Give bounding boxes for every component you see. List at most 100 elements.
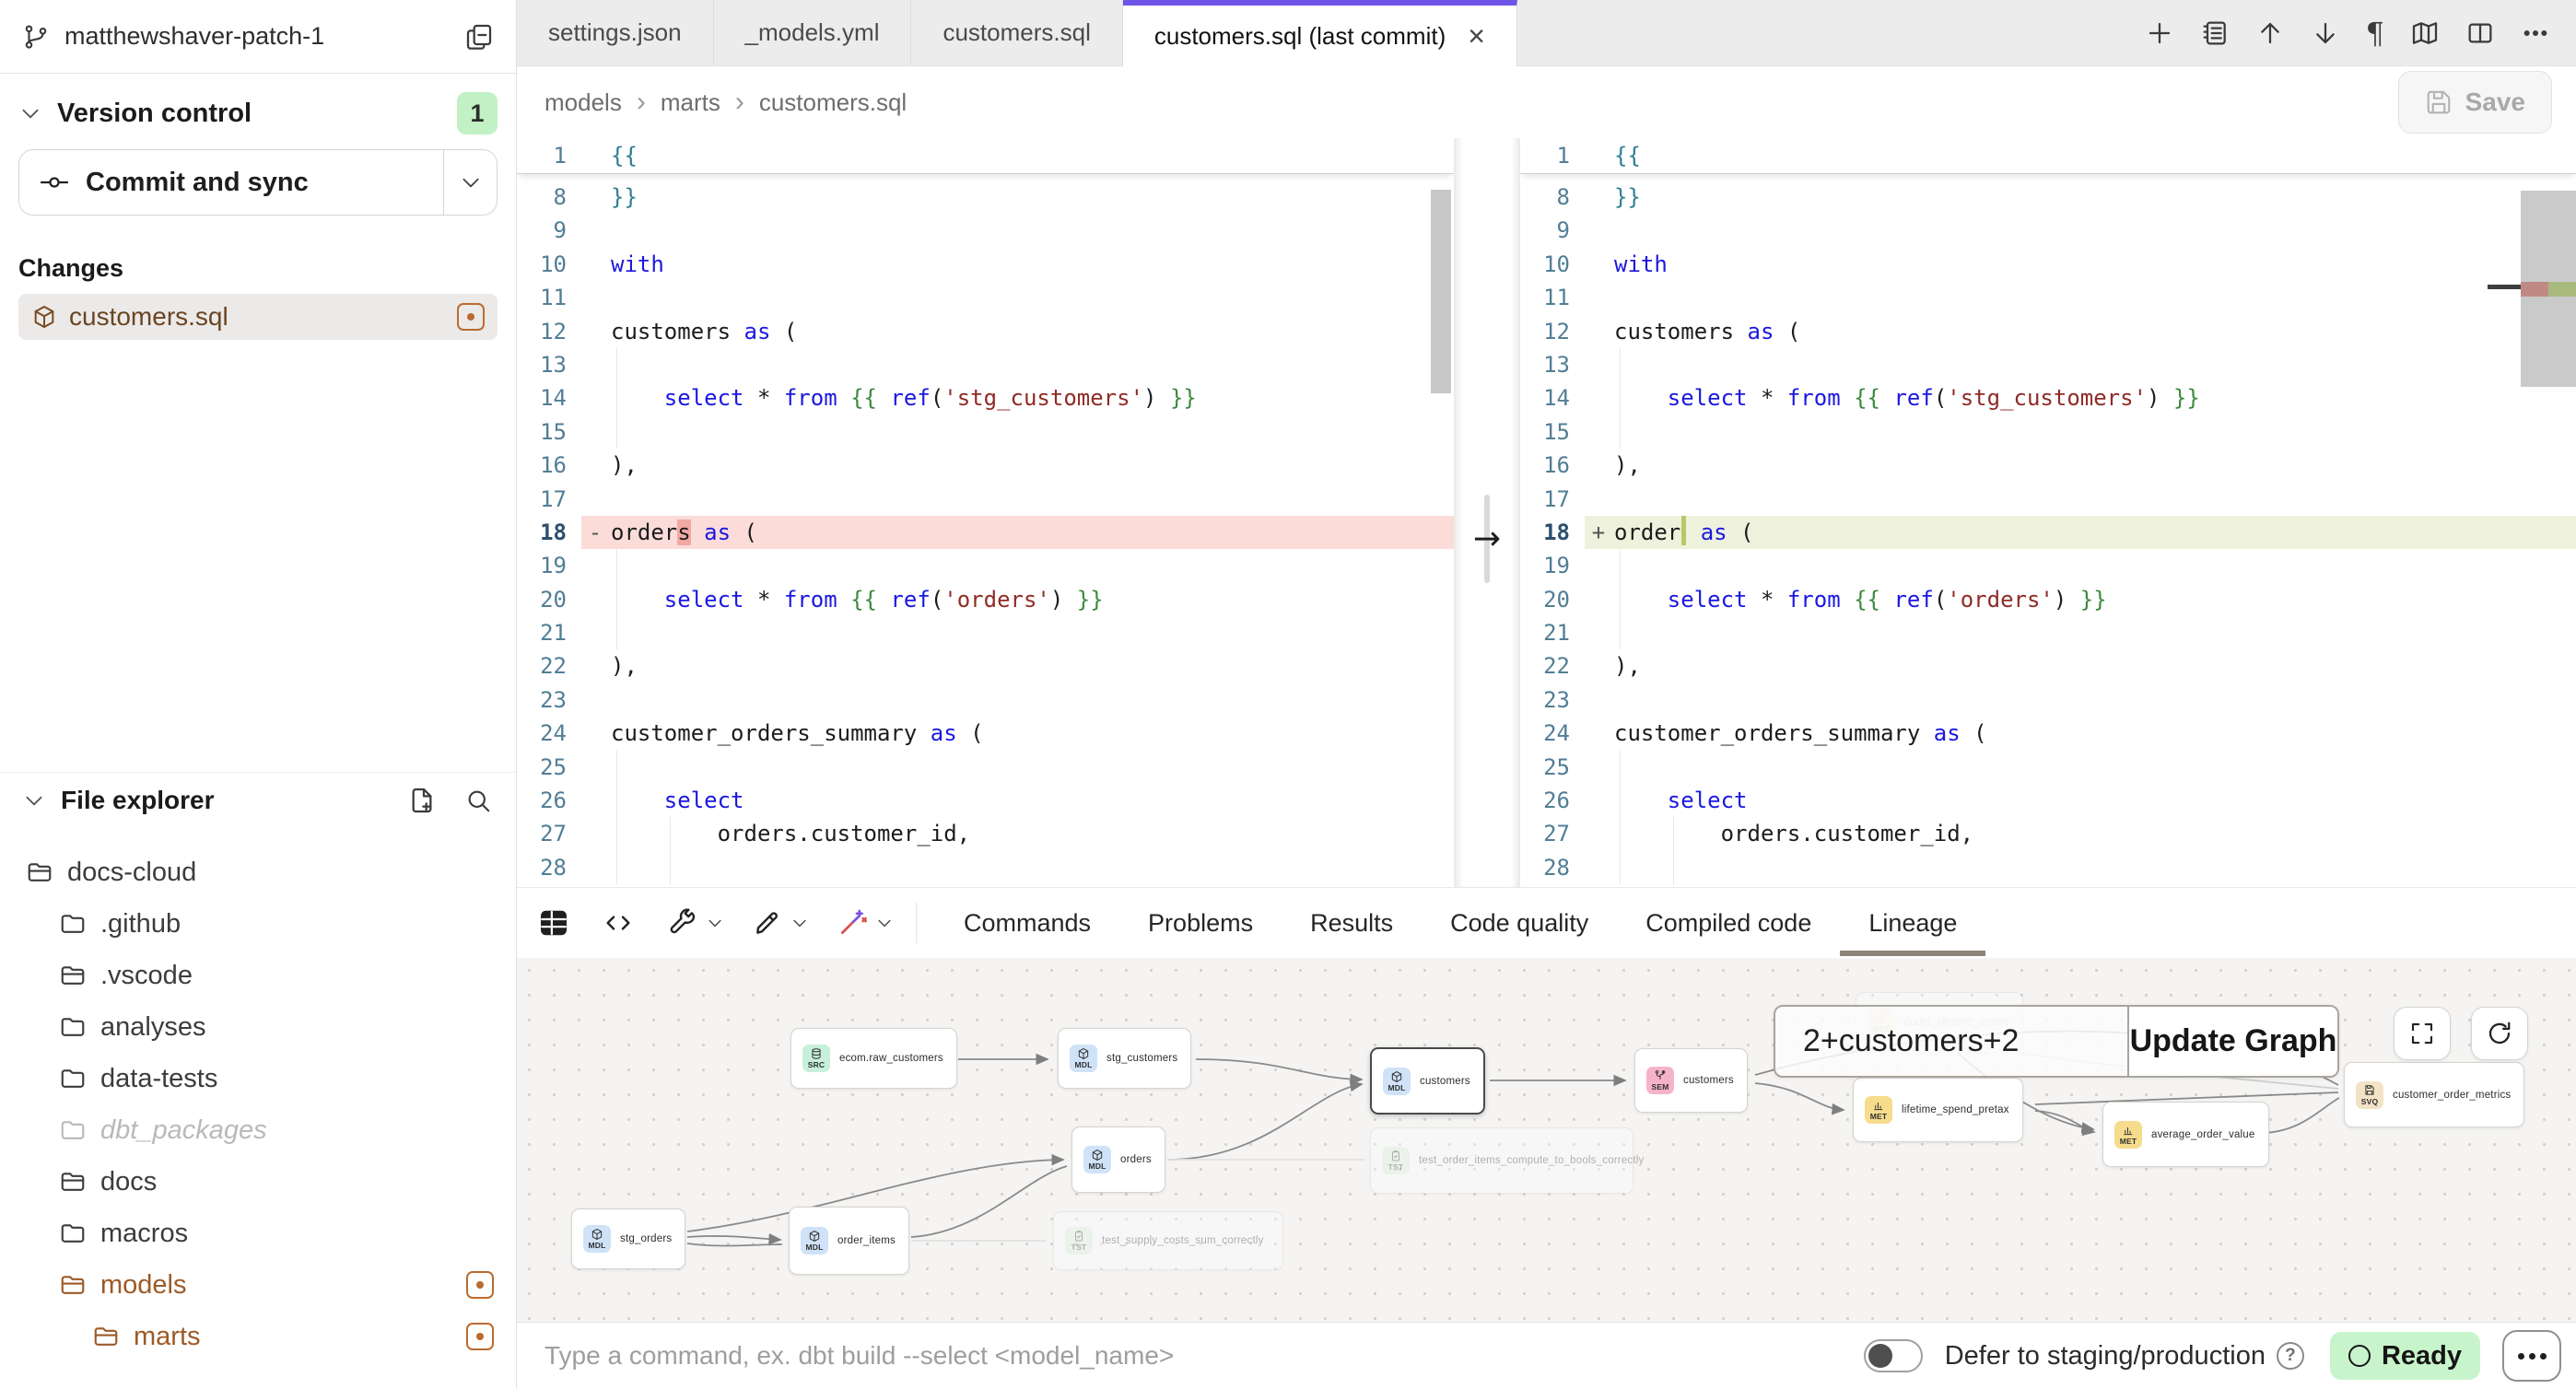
- panel-tab-results[interactable]: Results: [1282, 888, 1422, 958]
- file-explorer-item-analyses[interactable]: analyses: [0, 1001, 516, 1053]
- tab--models-yml[interactable]: _models.yml: [714, 0, 912, 65]
- commit-options-button[interactable]: [443, 150, 497, 215]
- tab-settings-json[interactable]: settings.json: [517, 0, 714, 65]
- tab-customers-sql[interactable]: customers.sql: [911, 0, 1122, 65]
- code-line[interactable]: 11: [517, 281, 1454, 314]
- code-line[interactable]: 14 select * from {{ ref('stg_customers')…: [1520, 381, 2576, 414]
- diff-pane-modified[interactable]: 1{{ 8}}910with1112customers as (1314 sel…: [1520, 138, 2576, 887]
- fullscreen-button[interactable]: [2394, 1007, 2451, 1060]
- file-explorer-item--github[interactable]: .github: [0, 898, 516, 950]
- panel-tab-commands[interactable]: Commands: [935, 888, 1119, 958]
- code-line[interactable]: 1{{: [517, 138, 1454, 173]
- code-line[interactable]: 8}}: [1520, 181, 2576, 214]
- file-explorer-item-data-tests[interactable]: data-tests: [0, 1053, 516, 1104]
- file-explorer-item--vscode[interactable]: .vscode: [0, 950, 516, 1001]
- ai-assist-button[interactable]: [831, 902, 873, 944]
- update-graph-button[interactable]: Update Graph: [2129, 1007, 2337, 1076]
- move-up-button[interactable]: [2255, 18, 2285, 48]
- changed-file-customers.sql[interactable]: customers.sql: [18, 294, 498, 340]
- command-input[interactable]: [544, 1341, 1864, 1371]
- move-down-button[interactable]: [2311, 18, 2340, 48]
- code-line[interactable]: 10with: [517, 248, 1454, 281]
- code-line[interactable]: 25: [517, 751, 1454, 784]
- file-explorer-item-dbt-packages[interactable]: dbt_packages: [0, 1104, 516, 1156]
- apply-change-arrow-button[interactable]: →: [1473, 520, 1501, 558]
- code-line[interactable]: 13: [1520, 348, 2576, 381]
- code-line[interactable]: 28: [1520, 851, 2576, 884]
- lineage-node-lifetime-spend-pretax[interactable]: METlifetime_spend_pretax: [1853, 1078, 2023, 1142]
- code-line[interactable]: 9: [517, 214, 1454, 247]
- lineage-node-test-supply-costs[interactable]: TSTtest_supply_costs_sum_correctly: [1053, 1211, 1283, 1270]
- code-line[interactable]: 20 select * from {{ ref('orders') }}: [1520, 583, 2576, 616]
- save-button[interactable]: Save: [2398, 71, 2552, 134]
- lineage-node-order-items[interactable]: MDLorder_items: [789, 1207, 909, 1275]
- build-button[interactable]: [662, 902, 704, 944]
- code-line[interactable]: 17: [517, 483, 1454, 516]
- code-line[interactable]: 11: [1520, 281, 2576, 314]
- code-line[interactable]: 19: [1520, 549, 2576, 582]
- panel-tab-lineage[interactable]: Lineage: [1840, 888, 1985, 958]
- code-line[interactable]: 22),: [517, 649, 1454, 683]
- code-line[interactable]: 10with: [1520, 248, 2576, 281]
- code-line[interactable]: 21: [517, 616, 1454, 649]
- code-line[interactable]: 25: [1520, 751, 2576, 784]
- code-line[interactable]: 16),: [517, 449, 1454, 482]
- tab-customers-sql-last-commit-[interactable]: customers.sql (last commit)×: [1123, 0, 1517, 66]
- lineage-node-test-order-items[interactable]: TSTtest_order_items_compute_to_bools_cor…: [1370, 1127, 1633, 1194]
- code-line[interactable]: 26 select: [1520, 784, 2576, 817]
- code-line[interactable]: 19: [517, 549, 1454, 582]
- compiled-code-button[interactable]: [597, 902, 639, 944]
- file-explorer-item-models[interactable]: models: [0, 1259, 516, 1311]
- breadcrumb-item[interactable]: marts: [661, 88, 720, 117]
- lineage-selector-input[interactable]: 2+customers+2: [1775, 1007, 2129, 1076]
- code-line[interactable]: 14 select * from {{ ref('stg_customers')…: [517, 381, 1454, 414]
- code-line[interactable]: 16),: [1520, 449, 2576, 482]
- panel-tab-problems[interactable]: Problems: [1119, 888, 1282, 958]
- lineage-node-customers-semantic[interactable]: SEMcustomers: [1634, 1048, 1748, 1113]
- new-file-button[interactable]: [407, 786, 437, 815]
- code-line[interactable]: 24customer_orders_summary as (: [517, 717, 1454, 750]
- code-line[interactable]: 8}}: [517, 181, 1454, 214]
- code-line[interactable]: 9: [1520, 214, 2576, 247]
- lineage-node-ecom-raw-customers[interactable]: SRCecom.raw_customers: [790, 1028, 957, 1089]
- scroll-minimap[interactable]: [2521, 191, 2576, 387]
- split-editor-button[interactable]: [2465, 18, 2495, 48]
- lineage-node-average-order-value[interactable]: METaverage_order_value: [2102, 1102, 2269, 1167]
- code-line[interactable]: 18-orders as (: [517, 516, 1454, 549]
- panel-tab-compiled-code[interactable]: Compiled code: [1617, 888, 1840, 958]
- add-tab-button[interactable]: [2145, 18, 2174, 48]
- code-line[interactable]: 12customers as (: [1520, 315, 2576, 348]
- code-line[interactable]: 24customer_orders_summary as (: [1520, 717, 2576, 750]
- code-line[interactable]: 22),: [1520, 649, 2576, 683]
- code-line[interactable]: 1{{: [1520, 138, 2576, 173]
- close-tab-icon[interactable]: ×: [1468, 21, 1485, 51]
- code-line[interactable]: 17: [1520, 483, 2576, 516]
- code-line[interactable]: 27 orders.customer_id,: [1520, 817, 2576, 850]
- code-line[interactable]: 27 orders.customer_id,: [517, 817, 1454, 850]
- lineage-node-stg-orders[interactable]: MDLstg_orders: [571, 1208, 685, 1269]
- more-options-button[interactable]: [2502, 1330, 2561, 1382]
- code-line[interactable]: 18+order as (: [1520, 516, 2576, 549]
- code-line[interactable]: 23: [517, 683, 1454, 717]
- lineage-canvas[interactable]: SRCecom.raw_customersMDLstg_customersMDL…: [517, 958, 2576, 1322]
- lineage-node-orders[interactable]: MDLorders: [1071, 1126, 1165, 1193]
- code-line[interactable]: 15: [517, 415, 1454, 449]
- file-explorer-item-marts[interactable]: marts: [0, 1311, 516, 1362]
- defer-toggle[interactable]: [1864, 1339, 1923, 1372]
- left-pane-scrollbar[interactable]: [1431, 190, 1451, 393]
- formatting-marks-button[interactable]: ¶: [2366, 18, 2384, 48]
- commit-and-sync-button[interactable]: Commit and sync: [19, 150, 443, 215]
- results-grid-button[interactable]: [533, 902, 575, 944]
- outline-button[interactable]: [2200, 18, 2230, 48]
- lineage-node-customers-model[interactable]: MDLcustomers: [1370, 1047, 1485, 1115]
- duplicate-file-button[interactable]: [464, 22, 494, 52]
- search-files-button[interactable]: [464, 787, 492, 814]
- panel-tab-code-quality[interactable]: Code quality: [1422, 888, 1617, 958]
- code-line[interactable]: 21: [1520, 616, 2576, 649]
- file-explorer-item-docs[interactable]: docs: [0, 1156, 516, 1208]
- breadcrumb-item[interactable]: models: [544, 88, 622, 117]
- breadcrumb-item[interactable]: customers.sql: [759, 88, 907, 117]
- refresh-graph-button[interactable]: [2471, 1007, 2528, 1060]
- code-line[interactable]: 13: [517, 348, 1454, 381]
- diff-pane-original[interactable]: 1{{ 8}}910with1112customers as (1314 sel…: [517, 138, 1454, 887]
